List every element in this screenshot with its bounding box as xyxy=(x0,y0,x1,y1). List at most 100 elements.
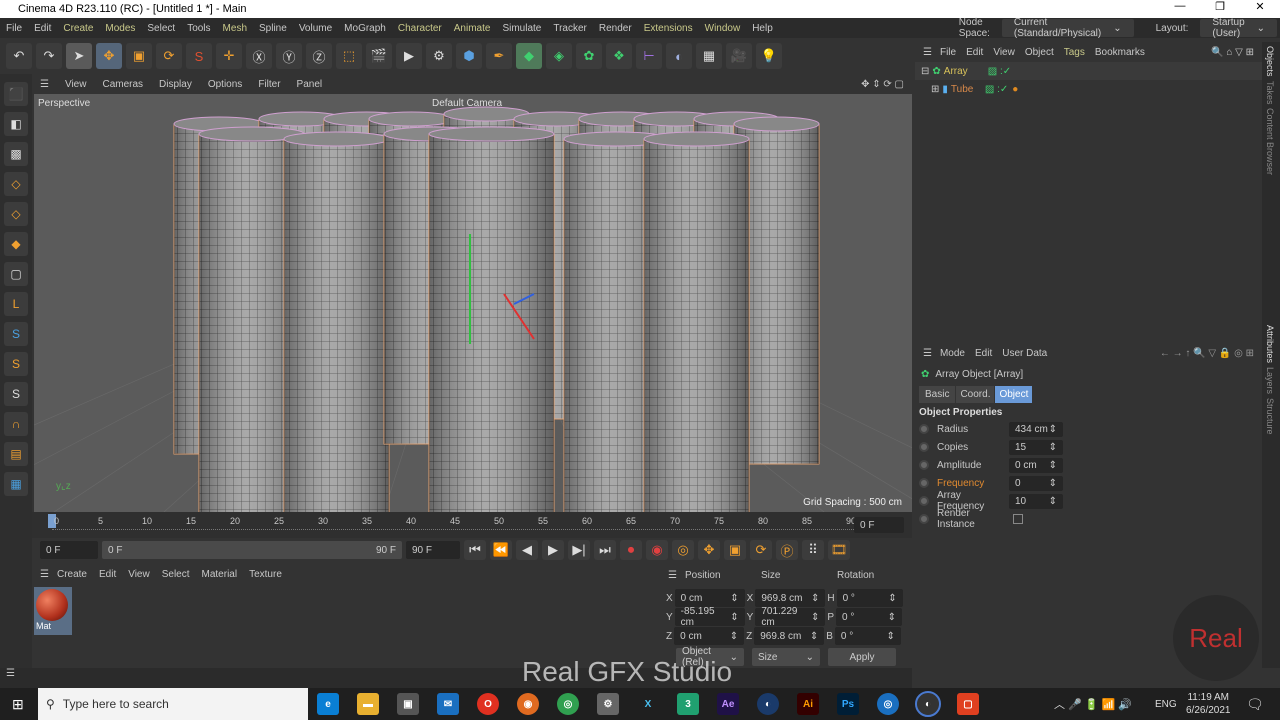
obj-menu-edit[interactable]: Edit xyxy=(966,47,983,58)
end-frame-field[interactable]: 90 F xyxy=(406,541,460,559)
key-parameter-icon[interactable]: Ⓟ xyxy=(776,540,798,560)
field-icon[interactable]: ◐ xyxy=(666,43,692,69)
side-tab-layers[interactable]: Layers xyxy=(1265,367,1275,394)
axis-tool-icon[interactable]: ✛ xyxy=(216,43,242,69)
animate-dot-icon[interactable] xyxy=(919,478,929,488)
motion-system-icon[interactable]: 🎞 xyxy=(828,540,850,560)
object-name[interactable]: Tube xyxy=(951,84,985,95)
mat-menu-select[interactable]: Select xyxy=(162,569,190,580)
position-field[interactable]: 0 cm ⇕ xyxy=(674,589,745,607)
viewport-scene[interactable] xyxy=(34,94,912,512)
deformer-icon[interactable]: ⊢ xyxy=(636,43,662,69)
property-field[interactable]: 0 ⇕ xyxy=(1009,475,1063,491)
illustrator-icon[interactable]: Ai xyxy=(797,693,819,715)
photoshop-icon[interactable]: Ps xyxy=(837,693,859,715)
viewport-menu-options[interactable]: Options xyxy=(208,79,242,90)
rotate-tool-icon[interactable]: ⟳ xyxy=(156,43,182,69)
menu-volume[interactable]: Volume xyxy=(299,23,332,34)
side-tab-structure[interactable]: Structure xyxy=(1265,398,1275,435)
menu-hamburger-icon[interactable]: ☰ xyxy=(923,348,932,359)
mograph-cloner-icon[interactable]: ✿ xyxy=(576,43,602,69)
animate-dot-icon[interactable] xyxy=(919,442,929,452)
quantize-icon[interactable]: S xyxy=(4,382,28,406)
menu-tracker[interactable]: Tracker xyxy=(553,23,587,34)
mat-menu-material[interactable]: Material xyxy=(202,569,238,580)
clock[interactable]: 11:19 AM 6/26/2021 xyxy=(1186,691,1231,717)
collapse-icon[interactable]: ⊟ xyxy=(921,66,929,77)
magnet-icon[interactable]: ∩ xyxy=(4,412,28,436)
apply-button[interactable]: Apply xyxy=(828,648,896,666)
select-tool-icon[interactable]: ➤ xyxy=(66,43,92,69)
render-instance-checkbox[interactable] xyxy=(1013,514,1023,524)
object-row-tube[interactable]: ⊞ ▮ Tube ▨ :✓ ● xyxy=(915,80,1262,98)
snap-settings-icon[interactable]: S xyxy=(4,352,28,376)
menu-animate[interactable]: Animate xyxy=(454,23,491,34)
key-rotation-icon[interactable]: ⟳ xyxy=(750,540,772,560)
size-field[interactable]: 969.8 cm ⇕ xyxy=(755,589,826,607)
cinema4d-active-icon[interactable]: ◐ xyxy=(915,691,941,717)
obj-menu-bookmarks[interactable]: Bookmarks xyxy=(1095,47,1145,58)
attr-menu-edit[interactable]: Edit xyxy=(975,348,992,359)
rotation-field[interactable]: 0 ° ⇕ xyxy=(834,627,901,645)
next-frame-icon[interactable]: ▶| xyxy=(568,540,590,560)
tab-object[interactable]: Object xyxy=(995,385,1033,403)
size-mode-select[interactable]: Size ⌄ xyxy=(752,648,820,666)
autokey-icon[interactable]: ◉ xyxy=(646,540,668,560)
restore-button[interactable]: ❐ xyxy=(1200,0,1240,13)
mat-menu-create[interactable]: Create xyxy=(57,569,87,580)
workplane-icon[interactable]: L xyxy=(4,292,28,316)
tab-coord[interactable]: Coord. xyxy=(956,385,995,403)
app-red-icon[interactable]: ▢ xyxy=(957,693,979,715)
go-to-start-icon[interactable]: ⏮ xyxy=(464,540,486,560)
side-tab-attributes[interactable]: Attributes xyxy=(1265,325,1275,363)
undo-icon[interactable]: ↶ xyxy=(6,43,32,69)
timeline-ruler[interactable]: 0 5 10 15 20 25 30 35 40 45 50 55 60 65 70 75 80 85 90 0 F xyxy=(32,512,912,538)
language-indicator[interactable]: ENG xyxy=(1155,699,1177,710)
material-thumbnail[interactable]: Mat xyxy=(34,587,72,635)
size-field[interactable]: 701.229 cm ⇕ xyxy=(755,606,826,628)
previous-key-icon[interactable]: ⏪ xyxy=(490,540,512,560)
menu-mesh[interactable]: Mesh xyxy=(223,23,247,34)
render-view-icon[interactable]: 🎬 xyxy=(366,43,392,69)
menu-extensions[interactable]: Extensions xyxy=(644,23,693,34)
menu-mograph[interactable]: MoGraph xyxy=(344,23,386,34)
menu-select[interactable]: Select xyxy=(147,23,175,34)
tab-basic[interactable]: Basic xyxy=(919,385,956,403)
render-settings-icon[interactable]: ⚙ xyxy=(426,43,452,69)
app-3-icon[interactable]: 3 xyxy=(677,693,699,715)
rotation-field[interactable]: 0 ° ⇕ xyxy=(836,589,903,607)
menu-modes[interactable]: Modes xyxy=(105,23,135,34)
frame-range-slider[interactable]: 0 F 90 F xyxy=(102,541,402,559)
camera-icon[interactable]: 🎥 xyxy=(726,43,752,69)
obj-menu-view[interactable]: View xyxy=(993,47,1015,58)
node-space-select[interactable]: Current (Standard/Physical) ⌄ xyxy=(1001,17,1134,39)
light-icon[interactable]: 💡 xyxy=(756,43,782,69)
coordinate-system-icon[interactable]: ⬚ xyxy=(336,43,362,69)
x-axis-icon[interactable]: Ⓧ xyxy=(246,43,272,69)
menu-render[interactable]: Render xyxy=(599,23,632,34)
side-tab-objects[interactable]: Objects xyxy=(1265,46,1275,77)
floor-icon[interactable]: ▦ xyxy=(696,43,722,69)
grid-icon[interactable]: ▤ xyxy=(4,442,28,466)
animate-dot-icon[interactable] xyxy=(919,424,929,434)
viewport-nav-icons[interactable]: ✥ ⇕ ⟳ ▢ xyxy=(861,79,904,90)
texture-mode-icon[interactable]: ▩ xyxy=(4,142,28,166)
edges-mode-icon[interactable]: ◇ xyxy=(4,202,28,226)
side-tab-takes[interactable]: Takes xyxy=(1265,81,1275,105)
snap-icon[interactable]: S xyxy=(4,322,28,346)
menu-hamburger-icon[interactable]: ☰ xyxy=(923,47,932,58)
tube-copy[interactable] xyxy=(428,126,555,512)
notification-icon[interactable]: 🗨 xyxy=(1246,696,1264,713)
menu-character[interactable]: Character xyxy=(398,23,442,34)
chrome-icon[interactable]: ◎ xyxy=(557,693,579,715)
viewport[interactable]: Perspective Default Camera Grid Spacing … xyxy=(34,94,912,512)
viewport-menu-panel[interactable]: Panel xyxy=(297,79,323,90)
current-frame-field[interactable]: 0 F xyxy=(854,517,904,533)
go-to-end-icon[interactable]: ⏭ xyxy=(594,540,616,560)
move-tool-icon[interactable]: ✥ xyxy=(96,43,122,69)
mat-menu-texture[interactable]: Texture xyxy=(249,569,282,580)
expand-icon[interactable]: ⊞ xyxy=(931,84,939,95)
start-frame-field[interactable]: 0 F xyxy=(40,541,98,559)
points-mode-icon[interactable]: ◇ xyxy=(4,172,28,196)
attr-nav-icons[interactable]: ← → ↑ 🔍 ▽ 🔒 ◎ ⊞ xyxy=(1160,348,1254,359)
